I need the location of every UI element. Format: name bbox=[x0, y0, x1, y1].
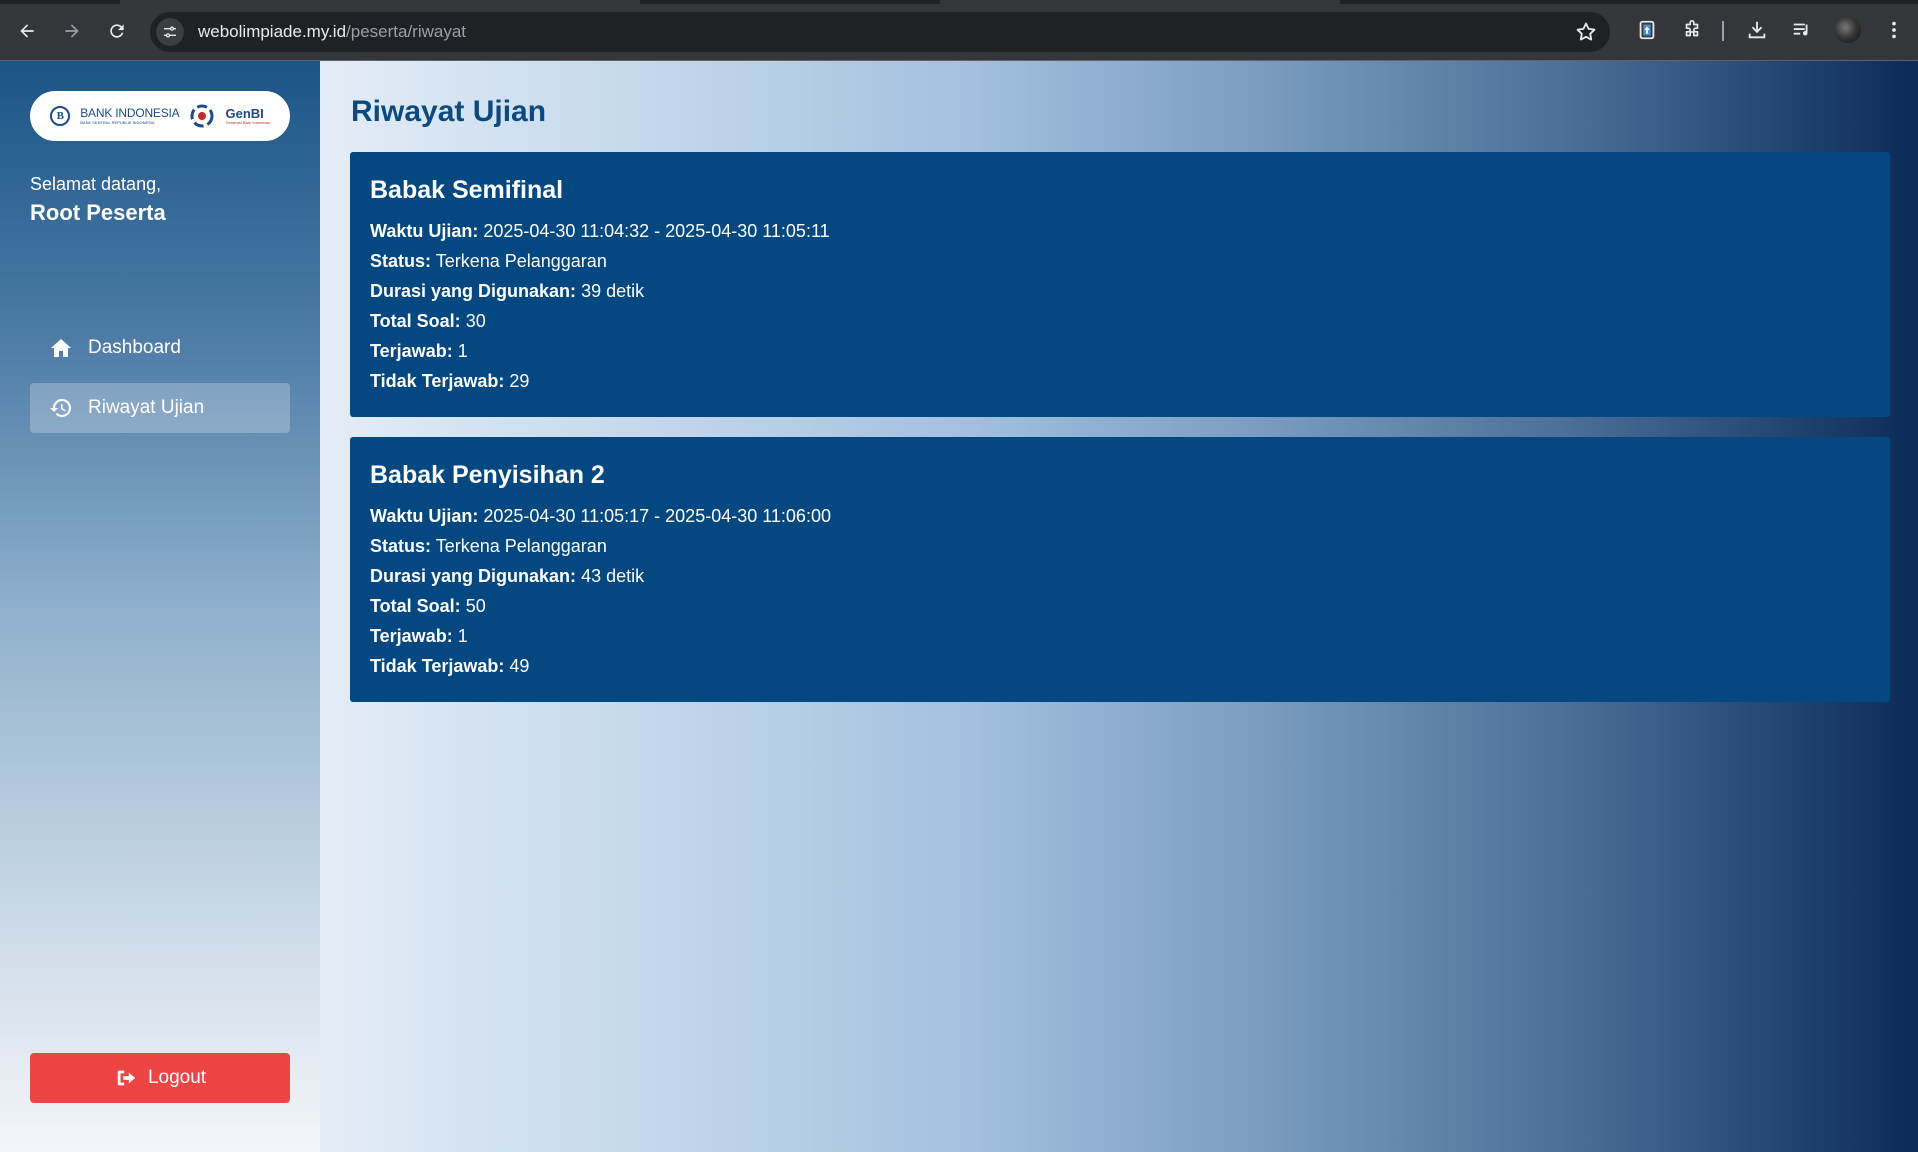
exam-total-value: 50 bbox=[465, 596, 486, 616]
tab-edge[interactable] bbox=[120, 0, 640, 4]
sidebar-item-label: Riwayat Ujian bbox=[88, 397, 205, 418]
bookmark-star-icon[interactable] bbox=[1574, 20, 1598, 44]
site-info-button[interactable] bbox=[156, 18, 184, 46]
exam-title: Babak Semifinal bbox=[370, 176, 564, 204]
exam-title: Babak Penyisihan 2 bbox=[370, 461, 605, 489]
exam-total-label: Total Soal: bbox=[370, 311, 461, 331]
logout-label: Logout bbox=[147, 1067, 207, 1088]
tune-icon bbox=[164, 26, 176, 38]
sidebar-item-dashboard[interactable]: Dashboard bbox=[30, 323, 290, 373]
extension-upload-icon bbox=[1639, 20, 1655, 40]
sidebar: B BANK INDONESIA BANK SENTRAL REPUBLIK I… bbox=[0, 61, 320, 1152]
exam-card: Babak Penyisihan 2 Waktu Ujian: 2025-04-… bbox=[350, 437, 1890, 702]
exam-total-row: Total Soal: 30 bbox=[370, 306, 1870, 336]
exam-answered-label: Terjawab: bbox=[370, 341, 453, 361]
genbi-logo-icon bbox=[190, 104, 214, 128]
exam-time-value: 2025-04-30 11:04:32 - 2025-04-30 11:05:1… bbox=[483, 221, 830, 241]
url-host: webolimpiade.my.id bbox=[198, 22, 347, 41]
exam-card: Babak Semifinal Waktu Ujian: 2025-04-30 … bbox=[350, 152, 1890, 417]
page-title: Riwayat Ujian bbox=[351, 95, 547, 128]
back-button[interactable] bbox=[10, 14, 44, 48]
exam-time-label: Waktu Ujian: bbox=[370, 506, 479, 526]
genbi-name: GenBI bbox=[225, 106, 264, 121]
exam-unanswered-value: 29 bbox=[509, 371, 530, 391]
genbi-subtitle: Generasi Baru Indonesia bbox=[225, 120, 270, 125]
exam-unanswered-row: Tidak Terjawab: 49 bbox=[370, 651, 1870, 681]
exam-duration-value: 43 detik bbox=[581, 566, 645, 586]
browser-menu-button[interactable] bbox=[1880, 16, 1908, 44]
bi-subtitle: BANK SENTRAL REPUBLIK INDONESIA bbox=[80, 120, 155, 125]
extensions-button[interactable] bbox=[1678, 16, 1706, 44]
exam-time-label: Waktu Ujian: bbox=[370, 221, 479, 241]
tab-edge[interactable] bbox=[940, 0, 1340, 4]
forward-button[interactable] bbox=[55, 14, 89, 48]
logout-icon bbox=[114, 1066, 138, 1090]
user-name: Root Peserta bbox=[30, 200, 166, 225]
exam-total-value: 30 bbox=[465, 311, 486, 331]
history-icon bbox=[48, 395, 74, 421]
exam-unanswered-value: 49 bbox=[509, 656, 530, 676]
exam-unanswered-label: Tidak Terjawab: bbox=[370, 371, 505, 391]
home-icon bbox=[48, 335, 74, 361]
exam-status-label: Status: bbox=[370, 536, 432, 556]
exam-duration-row: Durasi yang Digunakan: 39 detik bbox=[370, 276, 1870, 306]
extension-button[interactable] bbox=[1633, 16, 1661, 44]
exam-answered-value: 1 bbox=[457, 626, 468, 646]
bank-indonesia-wordmark: BANK INDONESIA BANK SENTRAL REPUBLIK IND… bbox=[80, 107, 179, 125]
exam-total-label: Total Soal: bbox=[370, 596, 461, 616]
exam-duration-label: Durasi yang Digunakan: bbox=[370, 281, 577, 301]
toolbar-divider bbox=[1722, 21, 1724, 41]
browser-toolbar: webolimpiade.my.id/peserta/riwayat bbox=[0, 0, 1918, 61]
exam-time-row: Waktu Ujian: 2025-04-30 11:05:17 - 2025-… bbox=[370, 501, 1870, 531]
arrow-left-icon bbox=[20, 24, 34, 38]
exam-answered-value: 1 bbox=[457, 341, 468, 361]
bi-name: BANK INDONESIA bbox=[80, 106, 180, 120]
puzzle-icon bbox=[1685, 20, 1699, 37]
playlist-icon bbox=[1793, 23, 1808, 36]
exam-status-value: Terkena Pelanggaran bbox=[435, 536, 607, 556]
tab-strip bbox=[0, 0, 1918, 4]
reload-icon bbox=[110, 24, 124, 38]
download-icon bbox=[1748, 21, 1766, 39]
exam-unanswered-label: Tidak Terjawab: bbox=[370, 656, 505, 676]
address-bar[interactable]: webolimpiade.my.id/peserta/riwayat bbox=[150, 12, 1610, 52]
sidebar-item-riwayat-ujian[interactable]: Riwayat Ujian bbox=[30, 383, 290, 433]
logo[interactable]: B BANK INDONESIA BANK SENTRAL REPUBLIK I… bbox=[30, 91, 290, 141]
downloads-button[interactable] bbox=[1743, 16, 1771, 44]
exam-time-row: Waktu Ujian: 2025-04-30 11:04:32 - 2025-… bbox=[370, 216, 1870, 246]
welcome-text: Selamat datang, bbox=[30, 174, 162, 194]
exam-answered-row: Terjawab: 1 bbox=[370, 336, 1870, 366]
exam-time-value: 2025-04-30 11:05:17 - 2025-04-30 11:06:0… bbox=[483, 506, 831, 526]
exam-answered-row: Terjawab: 1 bbox=[370, 621, 1870, 651]
sidebar-item-label: Dashboard bbox=[88, 337, 181, 358]
bank-indonesia-logo-icon: B bbox=[50, 106, 71, 126]
exam-duration-value: 39 detik bbox=[581, 281, 645, 301]
exam-answered-label: Terjawab: bbox=[370, 626, 453, 646]
exam-unanswered-row: Tidak Terjawab: 29 bbox=[370, 366, 1870, 396]
profile-avatar[interactable] bbox=[1835, 17, 1861, 43]
exam-status-row: Status: Terkena Pelanggaran bbox=[370, 531, 1870, 561]
exam-status-value: Terkena Pelanggaran bbox=[435, 251, 607, 271]
url-path: /peserta/riwayat bbox=[346, 22, 467, 41]
reload-button[interactable] bbox=[100, 14, 134, 48]
logout-button[interactable]: Logout bbox=[30, 1053, 290, 1103]
url-text[interactable]: webolimpiade.my.id/peserta/riwayat bbox=[198, 22, 466, 42]
arrow-right-icon bbox=[65, 24, 79, 38]
main-content: Riwayat Ujian Babak Semifinal Waktu Ujia… bbox=[320, 61, 1918, 1152]
exam-status-label: Status: bbox=[370, 251, 432, 271]
genbi-wordmark: GenBI Generasi Baru Indonesia bbox=[225, 107, 269, 125]
exam-duration-row: Durasi yang Digunakan: 43 detik bbox=[370, 561, 1870, 591]
more-vert-icon bbox=[1892, 21, 1896, 39]
page: B BANK INDONESIA BANK SENTRAL REPUBLIK I… bbox=[0, 61, 1918, 1152]
exam-status-row: Status: Terkena Pelanggaran bbox=[370, 246, 1870, 276]
media-controls-button[interactable] bbox=[1788, 16, 1816, 44]
exam-total-row: Total Soal: 50 bbox=[370, 591, 1870, 621]
exam-duration-label: Durasi yang Digunakan: bbox=[370, 566, 577, 586]
